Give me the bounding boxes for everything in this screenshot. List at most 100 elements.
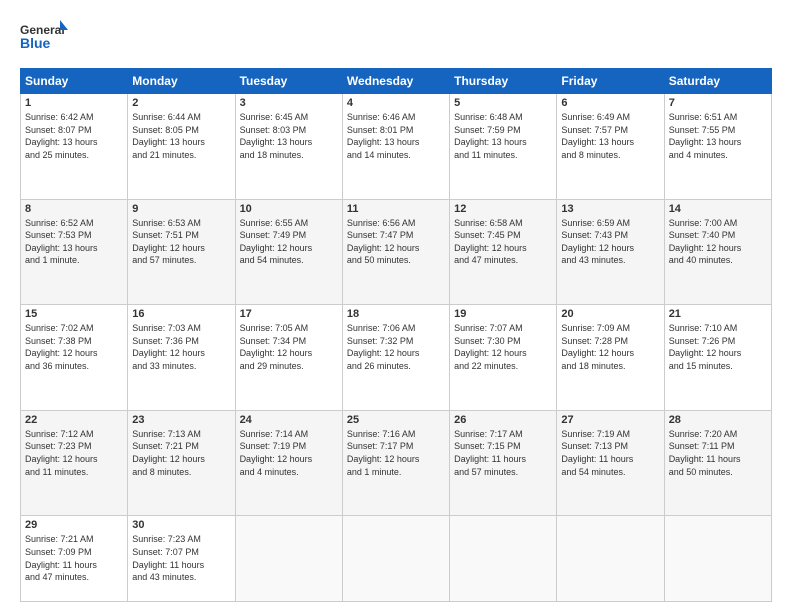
day-info: Sunrise: 7:16 AMSunset: 7:17 PMDaylight:… (347, 428, 445, 478)
weekday-sunday: Sunday (21, 69, 128, 94)
day-number: 9 (132, 203, 230, 215)
calendar-cell: 8 Sunrise: 6:52 AMSunset: 7:53 PMDaylight… (21, 199, 128, 305)
day-info: Sunrise: 7:19 AMSunset: 7:13 PMDaylight:… (561, 428, 659, 478)
calendar-cell: 21 Sunrise: 7:10 AMSunset: 7:26 PMDayligh… (664, 305, 771, 411)
calendar-cell (342, 516, 449, 602)
calendar-cell: 23 Sunrise: 7:13 AMSunset: 7:21 PMDayligh… (128, 410, 235, 516)
calendar-cell (235, 516, 342, 602)
calendar-cell: 29Sunrise: 7:21 AMSunset: 7:09 PMDayligh… (21, 516, 128, 602)
day-number: 2 (132, 97, 230, 109)
day-info: Sunrise: 6:44 AMSunset: 8:05 PMDaylight:… (132, 111, 230, 161)
day-info: Sunrise: 7:05 AMSunset: 7:34 PMDaylight:… (240, 322, 338, 372)
weekday-tuesday: Tuesday (235, 69, 342, 94)
calendar-cell (557, 516, 664, 602)
weekday-saturday: Saturday (664, 69, 771, 94)
calendar-cell: 18 Sunrise: 7:06 AMSunset: 7:32 PMDayligh… (342, 305, 449, 411)
day-number: 22 (25, 414, 123, 426)
day-number: 13 (561, 203, 659, 215)
day-info: Sunrise: 6:52 AMSunset: 7:53 PMDaylight:… (25, 217, 123, 267)
calendar-cell: 14 Sunrise: 7:00 AMSunset: 7:40 PMDayligh… (664, 199, 771, 305)
day-info: Sunrise: 7:06 AMSunset: 7:32 PMDaylight:… (347, 322, 445, 372)
day-number: 10 (240, 203, 338, 215)
calendar-cell: 25Sunrise: 7:16 AMSunset: 7:17 PMDayligh… (342, 410, 449, 516)
day-number: 3 (240, 97, 338, 109)
week-row-4: 29Sunrise: 7:21 AMSunset: 7:09 PMDayligh… (21, 516, 772, 602)
day-info: Sunrise: 7:20 AMSunset: 7:11 PMDaylight:… (669, 428, 767, 478)
day-number: 6 (561, 97, 659, 109)
calendar-cell: 9Sunrise: 6:53 AMSunset: 7:51 PMDaylight… (128, 199, 235, 305)
weekday-wednesday: Wednesday (342, 69, 449, 94)
logo-svg: General Blue (20, 18, 68, 60)
day-number: 27 (561, 414, 659, 426)
day-number: 16 (132, 308, 230, 320)
calendar-cell: 4 Sunrise: 6:46 AMSunset: 8:01 PMDaylight… (342, 94, 449, 200)
day-number: 21 (669, 308, 767, 320)
calendar-cell: 30 Sunrise: 7:23 AMSunset: 7:07 PMDayligh… (128, 516, 235, 602)
day-info: Sunrise: 7:10 AMSunset: 7:26 PMDaylight:… (669, 322, 767, 372)
day-info: Sunrise: 6:48 AMSunset: 7:59 PMDaylight:… (454, 111, 552, 161)
calendar-cell: 20 Sunrise: 7:09 AMSunset: 7:28 PMDayligh… (557, 305, 664, 411)
svg-text:Blue: Blue (20, 35, 51, 51)
weekday-header-row: SundayMondayTuesdayWednesdayThursdayFrid… (21, 69, 772, 94)
weekday-monday: Monday (128, 69, 235, 94)
day-number: 20 (561, 308, 659, 320)
calendar-cell: 24 Sunrise: 7:14 AMSunset: 7:19 PMDayligh… (235, 410, 342, 516)
day-info: Sunrise: 7:09 AMSunset: 7:28 PMDaylight:… (561, 322, 659, 372)
day-info: Sunrise: 6:55 AMSunset: 7:49 PMDaylight:… (240, 217, 338, 267)
day-number: 18 (347, 308, 445, 320)
calendar-cell: 12Sunrise: 6:58 AMSunset: 7:45 PMDayligh… (450, 199, 557, 305)
day-number: 12 (454, 203, 552, 215)
day-info: Sunrise: 6:46 AMSunset: 8:01 PMDaylight:… (347, 111, 445, 161)
page: General Blue SundayMondayTuesdayWednesda… (0, 0, 792, 612)
day-number: 15 (25, 308, 123, 320)
calendar-cell: 6 Sunrise: 6:49 AMSunset: 7:57 PMDaylight… (557, 94, 664, 200)
calendar-cell: 2 Sunrise: 6:44 AMSunset: 8:05 PMDaylight… (128, 94, 235, 200)
day-number: 1 (25, 97, 123, 109)
day-info: Sunrise: 7:03 AMSunset: 7:36 PMDaylight:… (132, 322, 230, 372)
day-number: 14 (669, 203, 767, 215)
day-number: 19 (454, 308, 552, 320)
calendar-cell: 7Sunrise: 6:51 AMSunset: 7:55 PMDaylight… (664, 94, 771, 200)
day-info: Sunrise: 7:00 AMSunset: 7:40 PMDaylight:… (669, 217, 767, 267)
day-info: Sunrise: 7:14 AMSunset: 7:19 PMDaylight:… (240, 428, 338, 478)
calendar: SundayMondayTuesdayWednesdayThursdayFrid… (20, 68, 772, 602)
day-number: 24 (240, 414, 338, 426)
day-info: Sunrise: 6:51 AMSunset: 7:55 PMDaylight:… (669, 111, 767, 161)
day-number: 11 (347, 203, 445, 215)
day-number: 26 (454, 414, 552, 426)
calendar-cell (664, 516, 771, 602)
day-info: Sunrise: 7:23 AMSunset: 7:07 PMDaylight:… (132, 533, 230, 583)
day-number: 8 (25, 203, 123, 215)
calendar-cell: 16 Sunrise: 7:03 AMSunset: 7:36 PMDayligh… (128, 305, 235, 411)
day-info: Sunrise: 7:02 AMSunset: 7:38 PMDaylight:… (25, 322, 123, 372)
logo: General Blue (20, 18, 68, 60)
week-row-2: 15 Sunrise: 7:02 AMSunset: 7:38 PMDayligh… (21, 305, 772, 411)
calendar-cell: 19Sunrise: 7:07 AMSunset: 7:30 PMDayligh… (450, 305, 557, 411)
header: General Blue (20, 18, 772, 60)
calendar-cell: 28 Sunrise: 7:20 AMSunset: 7:11 PMDayligh… (664, 410, 771, 516)
day-info: Sunrise: 7:17 AMSunset: 7:15 PMDaylight:… (454, 428, 552, 478)
calendar-cell: 11Sunrise: 6:56 AMSunset: 7:47 PMDayligh… (342, 199, 449, 305)
day-number: 28 (669, 414, 767, 426)
weekday-friday: Friday (557, 69, 664, 94)
day-number: 29 (25, 519, 123, 531)
calendar-cell: 5 Sunrise: 6:48 AMSunset: 7:59 PMDaylight… (450, 94, 557, 200)
day-info: Sunrise: 6:59 AMSunset: 7:43 PMDaylight:… (561, 217, 659, 267)
day-info: Sunrise: 7:12 AMSunset: 7:23 PMDaylight:… (25, 428, 123, 478)
day-number: 17 (240, 308, 338, 320)
day-info: Sunrise: 6:45 AMSunset: 8:03 PMDaylight:… (240, 111, 338, 161)
day-number: 30 (132, 519, 230, 531)
calendar-cell: 1 Sunrise: 6:42 AMSunset: 8:07 PMDaylight… (21, 94, 128, 200)
calendar-cell: 27 Sunrise: 7:19 AMSunset: 7:13 PMDayligh… (557, 410, 664, 516)
day-info: Sunrise: 7:13 AMSunset: 7:21 PMDaylight:… (132, 428, 230, 478)
day-info: Sunrise: 6:42 AMSunset: 8:07 PMDaylight:… (25, 111, 123, 161)
calendar-cell: 13 Sunrise: 6:59 AMSunset: 7:43 PMDayligh… (557, 199, 664, 305)
day-number: 23 (132, 414, 230, 426)
calendar-cell: 15 Sunrise: 7:02 AMSunset: 7:38 PMDayligh… (21, 305, 128, 411)
calendar-cell: 26 Sunrise: 7:17 AMSunset: 7:15 PMDayligh… (450, 410, 557, 516)
day-info: Sunrise: 6:49 AMSunset: 7:57 PMDaylight:… (561, 111, 659, 161)
day-number: 4 (347, 97, 445, 109)
week-row-1: 8 Sunrise: 6:52 AMSunset: 7:53 PMDaylight… (21, 199, 772, 305)
day-number: 5 (454, 97, 552, 109)
calendar-cell: 3 Sunrise: 6:45 AMSunset: 8:03 PMDaylight… (235, 94, 342, 200)
